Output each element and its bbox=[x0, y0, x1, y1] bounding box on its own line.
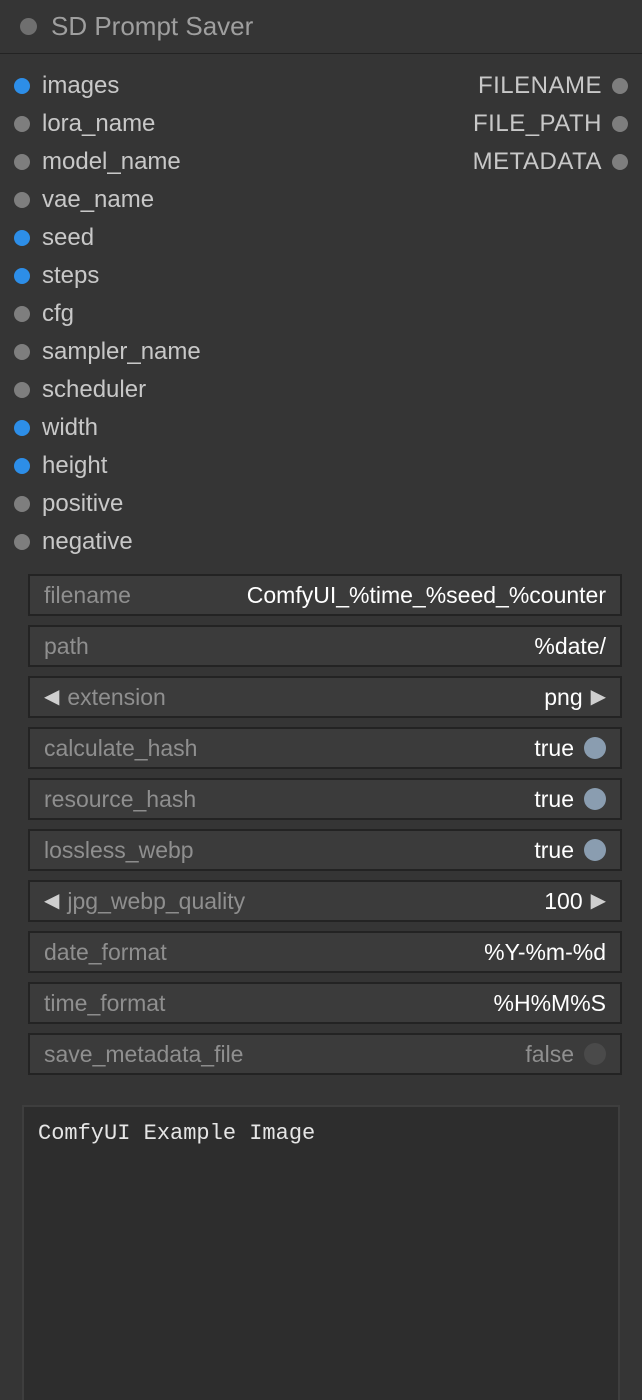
input-seed[interactable]: seed bbox=[14, 226, 201, 250]
widget-value: 100 bbox=[544, 890, 582, 913]
socket-icon[interactable] bbox=[14, 192, 30, 208]
input-lora-name[interactable]: lora_name bbox=[14, 112, 201, 136]
input-steps[interactable]: steps bbox=[14, 264, 201, 288]
widget-value: %H%M%S bbox=[494, 992, 606, 1015]
input-sampler-name[interactable]: sampler_name bbox=[14, 340, 201, 364]
widget-value: true bbox=[534, 737, 574, 760]
input-label: height bbox=[42, 454, 107, 478]
socket-icon[interactable] bbox=[14, 420, 30, 436]
prompt-text-area[interactable]: ComfyUI Example Image bbox=[22, 1105, 620, 1400]
socket-icon[interactable] bbox=[14, 382, 30, 398]
chevron-left-icon[interactable]: ◀ bbox=[44, 891, 59, 911]
widget-label: date_format bbox=[44, 941, 167, 964]
widget-label: filename bbox=[44, 584, 131, 607]
node-titlebar[interactable]: SD Prompt Saver bbox=[0, 0, 642, 54]
widget-value: false bbox=[525, 1043, 574, 1066]
socket-icon[interactable] bbox=[14, 230, 30, 246]
chevron-left-icon[interactable]: ◀ bbox=[44, 687, 59, 707]
input-label: cfg bbox=[42, 302, 74, 326]
widget-label: extension bbox=[67, 686, 165, 709]
input-label: width bbox=[42, 416, 98, 440]
node-sd-prompt-saver: SD Prompt Saver images lora_name model_n… bbox=[0, 0, 642, 1400]
widgets-column: filename ComfyUI_%time_%seed_%counter pa… bbox=[0, 566, 642, 1091]
node-title: SD Prompt Saver bbox=[51, 11, 253, 42]
widget-date-format[interactable]: date_format %Y-%m-%d bbox=[28, 931, 622, 973]
widget-value: true bbox=[534, 839, 574, 862]
widget-path[interactable]: path %date/ bbox=[28, 625, 622, 667]
node-collapse-dot-icon[interactable] bbox=[20, 18, 37, 35]
input-label: lora_name bbox=[42, 112, 155, 136]
widget-value: ComfyUI_%time_%seed_%counter bbox=[131, 584, 606, 607]
input-label: steps bbox=[42, 264, 99, 288]
socket-icon[interactable] bbox=[14, 268, 30, 284]
socket-icon[interactable] bbox=[14, 458, 30, 474]
socket-icon[interactable] bbox=[612, 154, 628, 170]
widget-label: lossless_webp bbox=[44, 839, 194, 862]
widget-extension[interactable]: ◀ extension png ▶ bbox=[28, 676, 622, 718]
widget-value: png bbox=[544, 686, 582, 709]
widget-resource-hash[interactable]: resource_hash true bbox=[28, 778, 622, 820]
widget-value: true bbox=[534, 788, 574, 811]
inputs-column: images lora_name model_name vae_name see… bbox=[14, 74, 201, 554]
toggle-indicator-icon[interactable] bbox=[584, 737, 606, 759]
widget-value: %date/ bbox=[534, 635, 606, 658]
input-negative[interactable]: negative bbox=[14, 530, 201, 554]
toggle-indicator-icon[interactable] bbox=[584, 839, 606, 861]
input-cfg[interactable]: cfg bbox=[14, 302, 201, 326]
widget-time-format[interactable]: time_format %H%M%S bbox=[28, 982, 622, 1024]
input-label: positive bbox=[42, 492, 123, 516]
input-label: sampler_name bbox=[42, 340, 201, 364]
chevron-right-icon[interactable]: ▶ bbox=[591, 687, 606, 707]
input-positive[interactable]: positive bbox=[14, 492, 201, 516]
socket-icon[interactable] bbox=[14, 306, 30, 322]
socket-icon[interactable] bbox=[14, 116, 30, 132]
socket-icon[interactable] bbox=[14, 344, 30, 360]
widget-label: resource_hash bbox=[44, 788, 196, 811]
widget-calculate-hash[interactable]: calculate_hash true bbox=[28, 727, 622, 769]
input-scheduler[interactable]: scheduler bbox=[14, 378, 201, 402]
widget-label: calculate_hash bbox=[44, 737, 197, 760]
input-label: vae_name bbox=[42, 188, 154, 212]
textarea-content: ComfyUI Example Image bbox=[38, 1121, 315, 1146]
input-vae-name[interactable]: vae_name bbox=[14, 188, 201, 212]
output-filename[interactable]: FILENAME bbox=[478, 74, 628, 98]
output-file-path[interactable]: FILE_PATH bbox=[473, 112, 628, 136]
socket-icon[interactable] bbox=[14, 154, 30, 170]
input-label: seed bbox=[42, 226, 94, 250]
widget-filename[interactable]: filename ComfyUI_%time_%seed_%counter bbox=[28, 574, 622, 616]
outputs-column: FILENAME FILE_PATH METADATA bbox=[473, 74, 628, 174]
input-model-name[interactable]: model_name bbox=[14, 150, 201, 174]
toggle-indicator-icon[interactable] bbox=[584, 1043, 606, 1065]
toggle-indicator-icon[interactable] bbox=[584, 788, 606, 810]
output-label: METADATA bbox=[473, 150, 602, 174]
socket-icon[interactable] bbox=[612, 116, 628, 132]
widget-jpg-webp-quality[interactable]: ◀ jpg_webp_quality 100 ▶ bbox=[28, 880, 622, 922]
widget-label: jpg_webp_quality bbox=[67, 890, 245, 913]
socket-icon[interactable] bbox=[14, 496, 30, 512]
socket-icon[interactable] bbox=[14, 534, 30, 550]
chevron-right-icon[interactable]: ▶ bbox=[591, 891, 606, 911]
widget-label: time_format bbox=[44, 992, 165, 1015]
widget-save-metadata-file[interactable]: save_metadata_file false bbox=[28, 1033, 622, 1075]
input-width[interactable]: width bbox=[14, 416, 201, 440]
widget-value: %Y-%m-%d bbox=[484, 941, 606, 964]
output-label: FILE_PATH bbox=[473, 112, 602, 136]
io-area: images lora_name model_name vae_name see… bbox=[0, 54, 642, 566]
input-images[interactable]: images bbox=[14, 74, 201, 98]
input-label: scheduler bbox=[42, 378, 146, 402]
widget-label: path bbox=[44, 635, 89, 658]
input-label: model_name bbox=[42, 150, 181, 174]
input-label: negative bbox=[42, 530, 133, 554]
input-label: images bbox=[42, 74, 119, 98]
socket-icon[interactable] bbox=[14, 78, 30, 94]
output-metadata[interactable]: METADATA bbox=[473, 150, 628, 174]
socket-icon[interactable] bbox=[612, 78, 628, 94]
output-label: FILENAME bbox=[478, 74, 602, 98]
input-height[interactable]: height bbox=[14, 454, 201, 478]
widget-label: save_metadata_file bbox=[44, 1043, 243, 1066]
widget-lossless-webp[interactable]: lossless_webp true bbox=[28, 829, 622, 871]
